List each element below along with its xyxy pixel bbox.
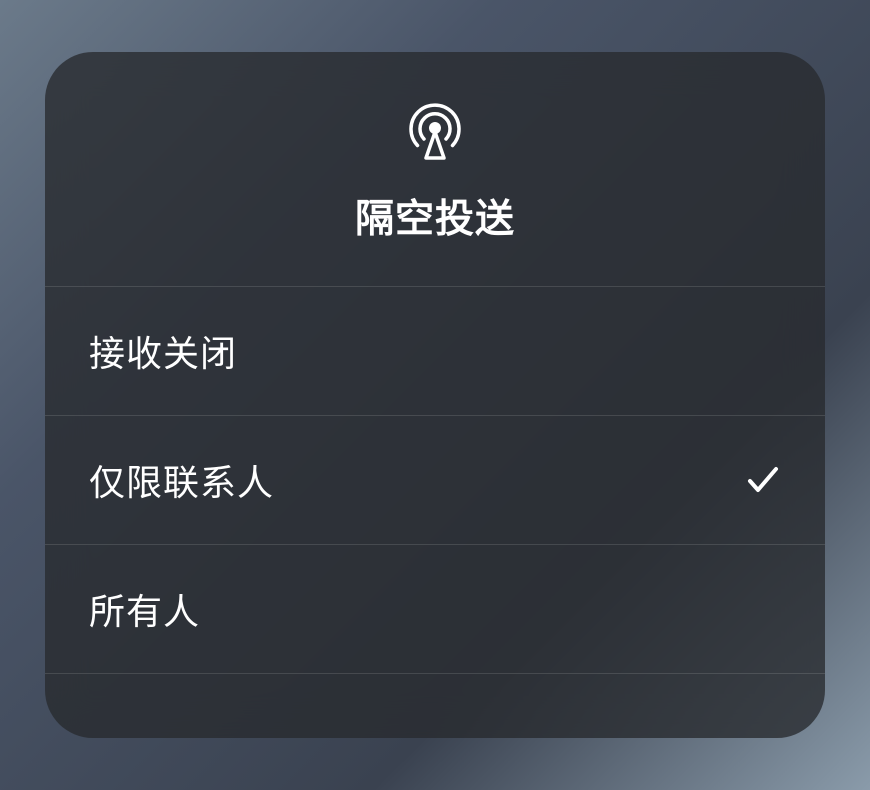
option-label: 接收关闭 xyxy=(89,325,237,377)
option-label: 仅限联系人 xyxy=(89,454,274,506)
option-label: 所有人 xyxy=(89,583,200,635)
option-everyone[interactable]: 所有人 xyxy=(45,545,825,674)
panel-footer xyxy=(45,674,825,738)
airdrop-icon xyxy=(404,100,466,162)
panel-title: 隔空投送 xyxy=(355,188,515,244)
option-receiving-off[interactable]: 接收关闭 xyxy=(45,287,825,416)
panel-header: 隔空投送 xyxy=(45,52,825,287)
checkmark-icon xyxy=(745,462,781,498)
option-list: 接收关闭 仅限联系人 所有人 xyxy=(45,287,825,674)
airdrop-settings-panel: 隔空投送 接收关闭 仅限联系人 所有人 xyxy=(45,52,825,738)
option-contacts-only[interactable]: 仅限联系人 xyxy=(45,416,825,545)
